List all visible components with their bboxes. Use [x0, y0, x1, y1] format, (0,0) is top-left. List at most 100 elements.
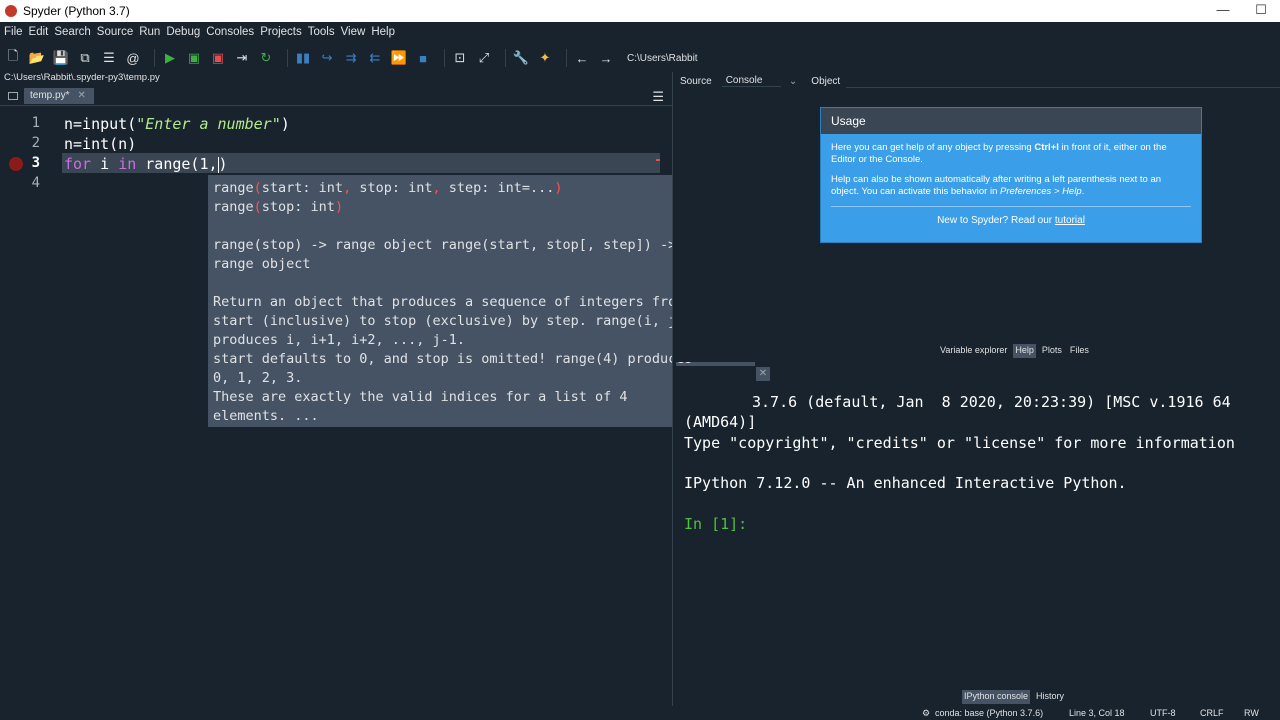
tab-temp-py[interactable]: temp.py* ✕ [24, 87, 94, 104]
object-label: Object [811, 75, 841, 87]
status-env: conda: base (Python 3.7.6) [935, 708, 1044, 718]
toolbar-separator [287, 49, 288, 67]
source-label: Source [680, 75, 712, 87]
calltip-doc-line: range(stop) -> range object range(start,… [213, 237, 677, 253]
minimize-button[interactable]: — [1204, 0, 1242, 22]
toolbar: 🗋 📂 💾 ⧉ ☰ @ ▶ ▣ ▣ ⇥ ↻ ▮▮ ↪ ⇉ ⇇ ⏩ ■ ⊡ ⤢ 🔧… [0, 44, 1280, 72]
help-tab-bar: Variable explorer Help Plots Files [938, 344, 1095, 358]
debug-icon[interactable]: ▮▮ [294, 49, 312, 67]
tab-history[interactable]: History [1034, 690, 1066, 704]
menu-run[interactable]: Run [139, 26, 160, 38]
spyder-logo-icon [5, 5, 17, 17]
open-file-icon[interactable]: 📂 [28, 49, 46, 67]
menu-projects[interactable]: Projects [260, 26, 302, 38]
rerun-icon[interactable]: ↻ [257, 49, 275, 67]
line-number: 4 [31, 175, 40, 191]
console-tab-bar: IPython console History [962, 690, 1070, 704]
calltip-doc-line: produces i, i+1, i+2, ..., j-1. [213, 332, 465, 348]
new-file-icon[interactable]: 🗋 [4, 48, 22, 67]
menu-bar: File Edit Search Source Run Debug Consol… [0, 22, 1280, 42]
status-bar: ⚙ conda: base (Python 3.7.6) Line 3, Col… [0, 706, 1280, 720]
window-title: Spyder (Python 3.7) [23, 4, 130, 18]
object-input[interactable] [846, 74, 1280, 88]
line-number: 1 [31, 115, 40, 131]
at-icon[interactable]: @ [124, 49, 142, 67]
run-cell-icon[interactable]: ▣ [185, 49, 203, 67]
list-icon[interactable]: ☰ [100, 49, 118, 67]
save-icon[interactable]: 💾 [52, 49, 70, 67]
tab-label: temp.py* [30, 90, 70, 101]
usage-paragraph: Here you can get help of any object by p… [831, 142, 1167, 165]
menu-tools[interactable]: Tools [308, 26, 335, 38]
menu-search[interactable]: Search [54, 26, 90, 38]
console-prompt[interactable]: In [1]: [684, 515, 747, 533]
tab-plots[interactable]: Plots [1040, 344, 1064, 358]
fullscreen-icon[interactable]: ⤢ [475, 49, 493, 67]
console-output-line: (AMD64)] [684, 413, 757, 431]
continue-icon[interactable]: ⏩ [390, 49, 408, 67]
string-literal: "Enter a number" [136, 115, 281, 133]
code-text: i [91, 155, 119, 173]
calltip-doc-line: These are exactly the valid indices for … [213, 389, 628, 405]
back-arrow-icon[interactable]: ← [573, 49, 591, 67]
tab-ipython-console[interactable]: IPython console [962, 690, 1031, 704]
title-bar: Spyder (Python 3.7) — ☐ [0, 0, 1280, 22]
console-output-line: 3.7.6 (default, Jan 8 2020, 20:23:39) [M… [752, 393, 1231, 411]
menu-file[interactable]: File [4, 26, 23, 38]
maximize-button[interactable]: ☐ [1242, 0, 1280, 22]
tab-files[interactable]: Files [1068, 344, 1091, 358]
menu-debug[interactable]: Debug [166, 26, 200, 38]
run-icon[interactable]: ▶ [161, 49, 179, 67]
file-path: C:\Users\Rabbit\.spyder-py3\temp.py [4, 72, 160, 83]
menu-source[interactable]: Source [97, 26, 133, 38]
status-encoding: UTF-8 [1150, 708, 1176, 718]
source-select[interactable]: Console [721, 75, 781, 87]
tutorial-link[interactable]: tutorial [1055, 215, 1085, 226]
line-number: 2 [31, 135, 40, 151]
working-directory-field[interactable]: C:\Users\Rabbit [627, 53, 698, 64]
status-cursor-position: Line 3, Col 18 [1069, 708, 1125, 718]
save-all-icon[interactable]: ⧉ [76, 49, 94, 67]
menu-view[interactable]: View [341, 26, 366, 38]
step-icon[interactable]: ↪ [318, 49, 336, 67]
tab-help[interactable]: Help [1013, 344, 1036, 358]
usage-box: Usage Here you can get help of any objec… [820, 107, 1202, 243]
menu-help[interactable]: Help [371, 26, 395, 38]
editor-options-menu-icon[interactable]: ☰ [652, 89, 664, 105]
console-pane[interactable] [676, 366, 1280, 686]
close-tab-icon[interactable]: ✕ [77, 90, 85, 101]
code-line: n=int(n) [64, 135, 137, 153]
help-header: Source Console ⌄ Object [676, 72, 1280, 90]
browse-tabs-icon[interactable] [8, 91, 18, 100]
text-cursor [217, 156, 219, 173]
toolbar-separator [444, 49, 445, 67]
python-path-icon[interactable]: ✦ [536, 49, 554, 67]
keyword: for [64, 155, 92, 173]
toolbar-separator [154, 49, 155, 67]
menu-edit[interactable]: Edit [29, 26, 49, 38]
toolbar-separator [505, 49, 506, 67]
code-line: n=input("Enter a number") [64, 115, 290, 133]
step-return-icon[interactable]: ⇇ [366, 49, 384, 67]
keyword: in [118, 155, 137, 173]
status-eol: CRLF [1200, 708, 1224, 718]
tab-variable-explorer[interactable]: Variable explorer [938, 344, 1009, 358]
help-pane: Source Console ⌄ Object Usage Here you c… [676, 72, 1280, 362]
code-text: ) [280, 115, 290, 133]
maximize-pane-icon[interactable]: ⊡ [451, 49, 469, 67]
conda-env-icon: ⚙ [922, 708, 931, 718]
forward-arrow-icon[interactable]: → [597, 49, 615, 67]
calltip-doc-line: start defaults to 0, and stop is omitted… [213, 351, 693, 367]
run-cell-advance-icon[interactable]: ▣ [209, 49, 227, 67]
step-into-icon[interactable]: ⇉ [342, 49, 360, 67]
close-console-icon[interactable]: ✕ [756, 367, 770, 381]
preferences-wrench-icon[interactable]: 🔧 [512, 49, 530, 67]
calltip-doc-line: Return an object that produces a sequenc… [213, 294, 685, 310]
menu-consoles[interactable]: Consoles [206, 26, 254, 38]
chevron-down-icon[interactable]: ⌄ [789, 76, 797, 87]
stop-debug-icon[interactable]: ■ [414, 49, 432, 67]
calltip-doc-line: elements. ... [213, 408, 319, 424]
usage-title: Usage [821, 108, 1201, 134]
run-selection-icon[interactable]: ⇥ [233, 49, 251, 67]
code-line-current: for i in range(1,) [64, 155, 228, 173]
